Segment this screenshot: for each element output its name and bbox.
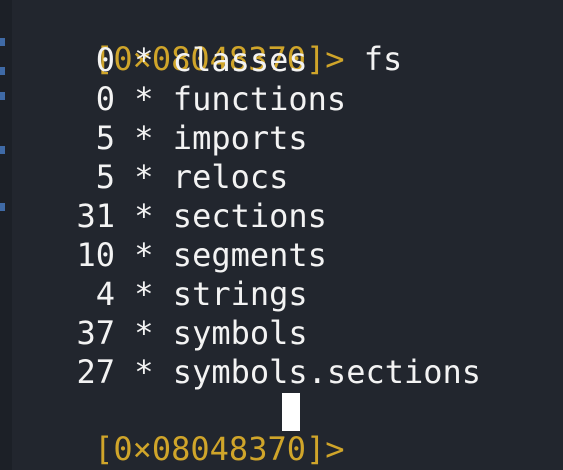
edge-mark <box>0 146 5 154</box>
entry-name: relocs <box>172 158 289 196</box>
output-row: 0 * classes <box>17 41 308 79</box>
entry-marker: * <box>134 119 154 157</box>
entry-name: segments <box>172 236 327 274</box>
edge-mark <box>0 67 5 75</box>
output-row: 10 * segments <box>17 236 327 274</box>
output-row: 27 * symbols.sections <box>17 353 481 391</box>
entry-count: 4 <box>95 275 115 313</box>
entry-count: 37 <box>76 314 115 352</box>
entry-marker: * <box>134 158 154 196</box>
entry-name: imports <box>172 119 308 157</box>
text-cursor <box>282 393 300 431</box>
entry-marker: * <box>134 353 154 391</box>
edge-mark <box>0 38 5 46</box>
entry-name: classes <box>172 41 308 79</box>
output-row: 31 * sections <box>17 197 327 235</box>
edge-mark <box>0 203 5 211</box>
entry-count: 31 <box>76 197 115 235</box>
edge-mark <box>0 92 5 100</box>
entry-name: symbols.sections <box>172 353 482 391</box>
shell-prompt: [0×08048370]> <box>94 430 345 468</box>
output-row: 5 * imports <box>17 119 308 157</box>
entry-marker: * <box>134 197 154 235</box>
command-text: fs <box>363 40 403 78</box>
entry-count: 10 <box>76 236 115 274</box>
output-row: 37 * symbols <box>17 314 308 352</box>
entry-marker: * <box>134 314 154 352</box>
prompt-line: [0×08048370]> fs <box>17 2 402 78</box>
entry-count: 27 <box>76 353 115 391</box>
output-row: 4 * strings <box>17 275 308 313</box>
entry-marker: * <box>134 236 154 274</box>
entry-name: functions <box>172 80 347 118</box>
entry-count: 5 <box>95 119 115 157</box>
entry-name: symbols <box>172 314 308 352</box>
entry-name: strings <box>172 275 308 313</box>
terminal-window[interactable]: [0×08048370]> fs 0 * classes 0 * functio… <box>0 0 563 470</box>
left-window-edge <box>0 0 12 470</box>
entry-count: 0 <box>95 80 115 118</box>
entry-count: 5 <box>95 158 115 196</box>
entry-marker: * <box>134 80 154 118</box>
output-row: 5 * relocs <box>17 158 289 196</box>
output-row: 0 * functions <box>17 80 346 118</box>
entry-marker: * <box>134 41 154 79</box>
entry-name: sections <box>172 197 327 235</box>
entry-marker: * <box>134 275 154 313</box>
entry-count: 0 <box>95 41 115 79</box>
